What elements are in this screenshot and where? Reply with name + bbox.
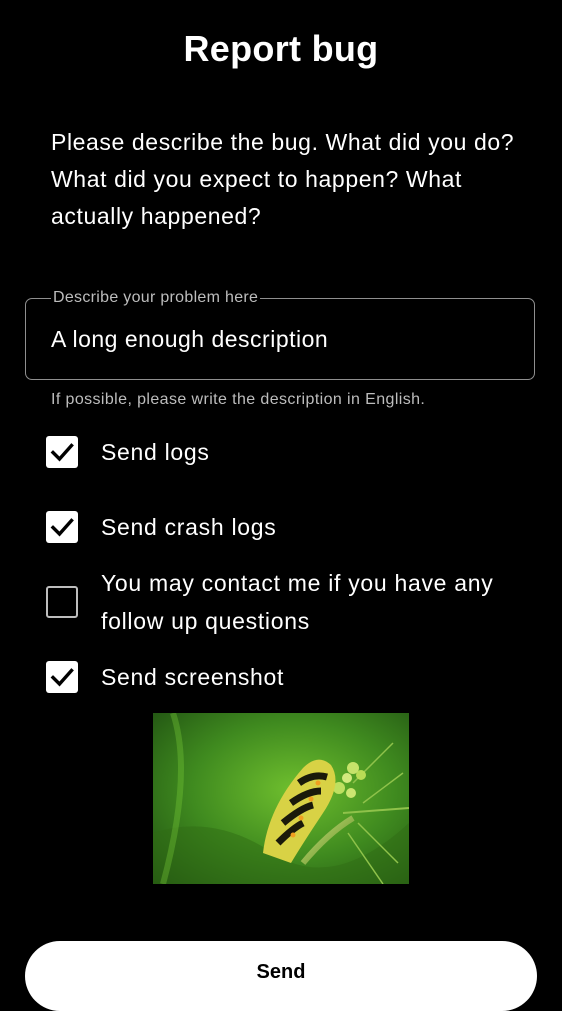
instructions-text: Please describe the bug. What did you do… — [51, 129, 515, 229]
checkmark-icon — [50, 443, 74, 462]
send-screenshot-checkbox[interactable] — [46, 661, 78, 693]
description-input[interactable]: A long enough description — [51, 326, 328, 353]
send-button[interactable]: Send — [25, 941, 537, 1011]
description-helper-text: If possible, please write the descriptio… — [51, 391, 426, 408]
page-title: Report bug — [183, 28, 379, 69]
checkmark-icon — [50, 518, 74, 537]
send-crash-logs-label: Send crash logs — [101, 514, 277, 540]
send-logs-label: Send logs — [101, 439, 210, 465]
contact-me-label: You may contact me if you have any follo… — [101, 570, 494, 634]
send-screenshot-option[interactable]: Send screenshot — [46, 658, 536, 696]
send-logs-checkbox[interactable] — [46, 436, 78, 468]
description-field-label: Describe your problem here — [51, 289, 261, 307]
checkmark-icon — [50, 668, 74, 687]
send-logs-option[interactable]: Send logs — [46, 433, 536, 471]
send-crash-logs-checkbox[interactable] — [46, 511, 78, 543]
contact-me-option[interactable]: You may contact me if you have any follo… — [46, 564, 536, 640]
screenshot-preview — [153, 713, 409, 884]
send-crash-logs-option[interactable]: Send crash logs — [46, 508, 536, 546]
contact-me-checkbox[interactable] — [46, 586, 78, 618]
send-screenshot-label: Send screenshot — [101, 664, 285, 690]
